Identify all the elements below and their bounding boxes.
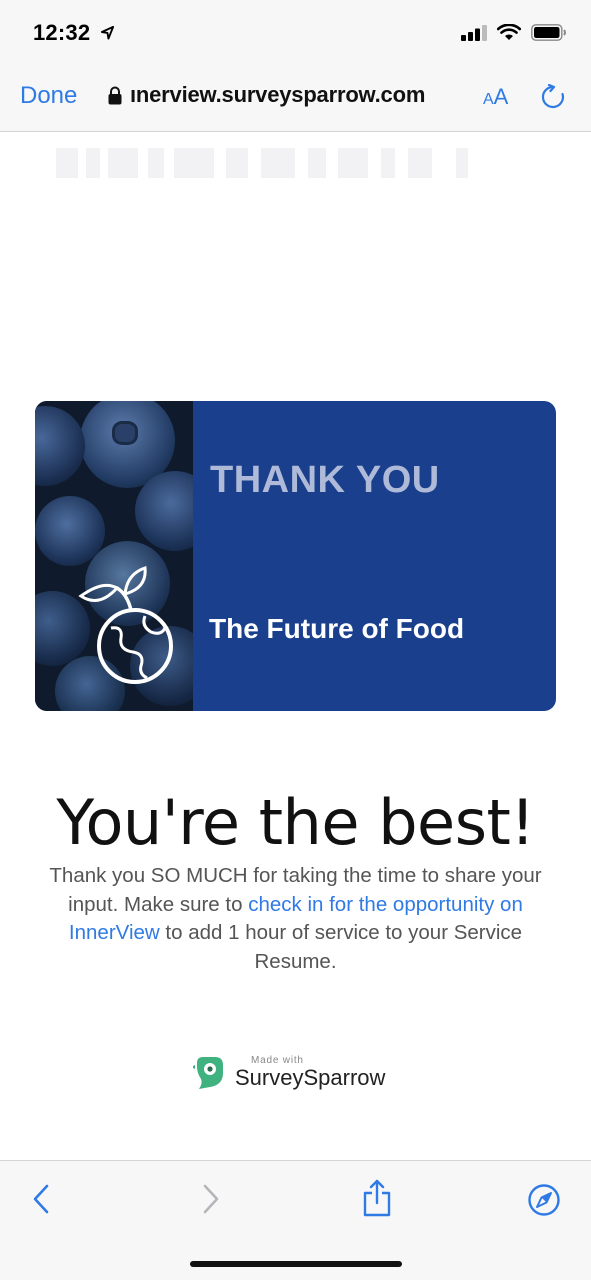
reload-button[interactable] bbox=[540, 83, 566, 115]
time-label: 12:32 bbox=[33, 20, 91, 45]
back-button[interactable] bbox=[30, 1183, 54, 1220]
thank-you-banner: THANK YOU The Future of Food bbox=[35, 401, 556, 711]
home-indicator bbox=[190, 1261, 402, 1267]
thank-you-message: Thank you SO MUCH for taking the time to… bbox=[30, 862, 561, 976]
lock-icon bbox=[108, 86, 122, 104]
text-size-large-a: A bbox=[493, 84, 509, 109]
done-button[interactable]: Done bbox=[20, 82, 77, 110]
forward-button[interactable] bbox=[198, 1183, 222, 1220]
battery-icon bbox=[531, 24, 566, 41]
wifi-icon bbox=[497, 24, 521, 40]
compass-icon bbox=[528, 1184, 560, 1216]
location-arrow-icon bbox=[100, 25, 114, 40]
share-button[interactable] bbox=[362, 1179, 392, 1222]
globe-sprout-icon bbox=[78, 566, 173, 684]
blueberries-image bbox=[35, 401, 193, 711]
text-size-button[interactable]: AA bbox=[483, 84, 508, 110]
browser-nav-bar: Done ınerview.surveysparrow.com AA bbox=[0, 64, 591, 132]
faded-header-decoration bbox=[56, 144, 476, 194]
brand-name: SurveySparrow bbox=[235, 1065, 386, 1090]
status-time: 12:32 bbox=[33, 20, 115, 46]
address-bar[interactable]: ınerview.surveysparrow.com bbox=[108, 82, 425, 108]
banner-title: THANK YOU bbox=[210, 459, 440, 501]
reload-icon bbox=[541, 83, 565, 109]
page-heading: You're the best! bbox=[56, 786, 535, 859]
text-size-small-a: A bbox=[483, 91, 494, 108]
forward-icon bbox=[203, 1184, 219, 1214]
faded-logo-shape bbox=[56, 148, 468, 178]
made-with-surveysparrow-badge[interactable]: Made with SurveySparrow bbox=[193, 1055, 385, 1091]
message-text-2: to add 1 hour of service to your Service… bbox=[159, 921, 523, 973]
url-text: ınerview.surveysparrow.com bbox=[130, 82, 426, 107]
status-bar: 12:32 bbox=[0, 0, 591, 64]
share-icon bbox=[363, 1179, 391, 1217]
banner-subtitle: The Future of Food bbox=[209, 613, 465, 644]
made-with-text: Made with SurveySparrow bbox=[235, 1055, 385, 1091]
back-icon bbox=[33, 1184, 49, 1214]
signal-icon bbox=[461, 24, 487, 41]
surveysparrow-logo-icon bbox=[193, 1057, 223, 1089]
status-icons bbox=[461, 24, 567, 41]
open-in-safari-button[interactable] bbox=[527, 1183, 561, 1222]
